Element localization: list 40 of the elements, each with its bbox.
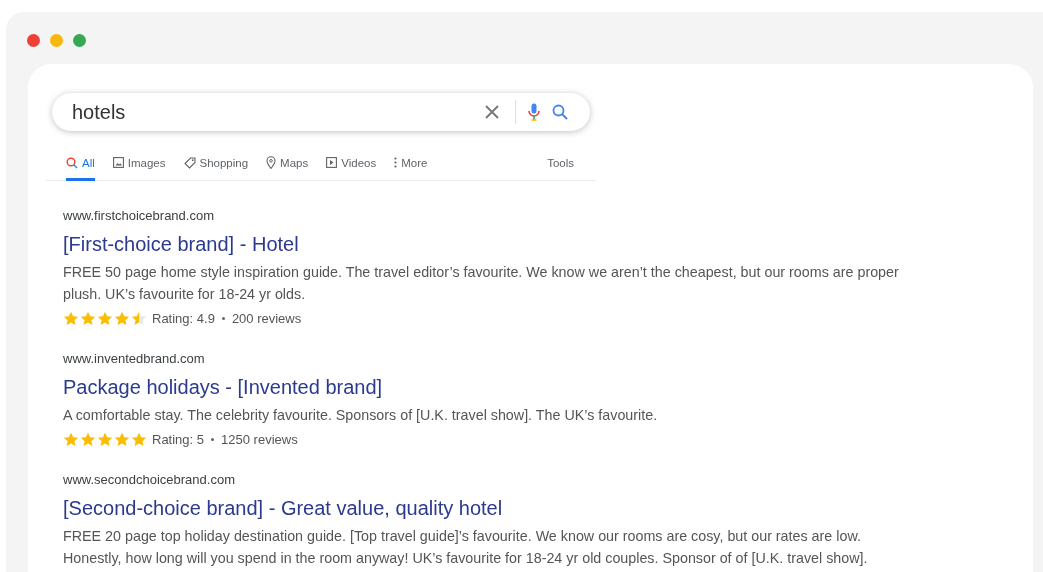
result-title-link[interactable]: Package holidays - [Invented brand] [63,372,383,402]
result-snippet: A comfortable stay. The celebrity favourite. Sponsors of [U.K. travel show]. The UK’s favourite. [63,406,658,425]
rating-text: Rating: 5 [152,432,205,447]
result-url: www.secondchoicebrand.com [63,471,235,489]
result-snippet: FREE 20 page top holiday destination guide. [Top travel guide]’s favourite. We know our rooms are cosy, but our rates are low. Honestly, how long will you spend in the room anyway! UK’s favourite for 18-24 yr old couples. Sponsor of of [U.K. travel show]. [63,527,869,568]
search-icon [66,156,78,169]
tab[interactable]: More [394,144,428,181]
tab[interactable]: Shopping [183,144,249,181]
result-url: www.inventedbrand.com [63,350,205,368]
maximize-icon[interactable] [73,34,86,47]
tab-label: Images [127,156,166,169]
search-icon[interactable] [552,104,568,120]
pin-icon [266,156,277,169]
search-field[interactable]: hotels [52,93,590,131]
image-icon [112,157,124,168]
more-icon [394,157,398,168]
rating-text: Rating: 4.9 [152,311,215,326]
tab-label: Videos [341,156,377,169]
separator-dot [221,317,225,320]
tab[interactable]: All [66,144,95,181]
tab-label: Maps [280,156,309,169]
tab[interactable]: Maps [266,144,309,181]
review-count: 1250 reviews [221,432,298,447]
result-title-link[interactable]: [First-choice brand] - Hotel [63,229,299,259]
result-title-link[interactable]: [Second-choice brand] - Great value, quality hotel [63,493,503,523]
close-icon[interactable] [27,34,40,47]
tools-link[interactable]: Tools [547,156,574,169]
result-url: www.firstchoicebrand.com [63,207,214,225]
microphone-icon[interactable] [528,103,540,121]
clear-icon[interactable] [485,105,499,119]
play-icon [326,157,338,168]
tab-label: All [82,156,95,169]
tab[interactable]: Videos [326,144,377,181]
tag-icon [183,156,196,169]
review-count: 200 reviews [231,311,302,326]
tab-label: More [401,156,428,169]
result-snippet: FREE 50 page home style inspiration guide. The travel editor’s favourite. We know we aren’t the cheapest, but our rooms are proper plush. UK’s favourite for 18-24 yr olds. [63,263,900,304]
separator-dot [211,438,215,441]
tab[interactable]: Images [112,144,166,181]
tab-label: Shopping [199,156,249,169]
